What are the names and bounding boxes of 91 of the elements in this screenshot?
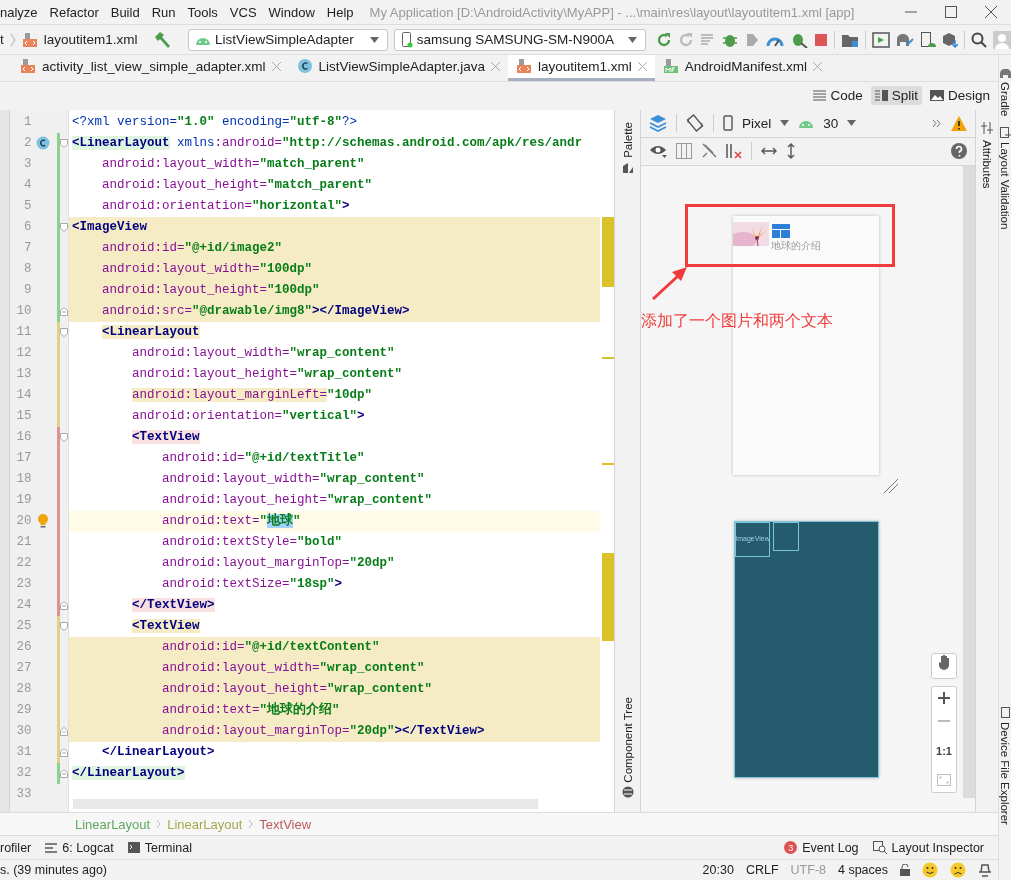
layout-validation-tab[interactable]: Layout Validation — [999, 141, 1011, 229]
menu-item[interactable]: Tools — [187, 4, 224, 20]
count-badge: 3 — [784, 841, 798, 855]
code-line: </LinearLayout> — [101, 743, 216, 761]
device-dropdown[interactable]: samsung SAMSUNG-SM-N900A — [393, 28, 646, 51]
preview-text: 地球的介绍 — [771, 238, 821, 253]
editor-tab[interactable]: AndroidManifest.xml — [654, 55, 831, 81]
breadcrumb-item[interactable]: t — [0, 32, 4, 47]
code-line: android:textStyle="bold" — [161, 533, 344, 551]
code-line: <LinearLayout xmlns:android="http://schemas.android.com/apk/res/andr — [71, 134, 584, 152]
line-number: 18 — [15, 472, 32, 487]
component-tree-tab[interactable]: Component Tree — [621, 696, 634, 783]
line-number: 4 — [23, 178, 32, 193]
menu-item[interactable]: Window — [268, 4, 321, 20]
line-number: 2 — [23, 136, 32, 151]
line-number: 21 — [15, 535, 32, 550]
code-line: android:layout_height="wrap_content" — [131, 365, 404, 383]
tool-window-button[interactable]: 6: Logcat — [45, 840, 114, 855]
status-message: s. (39 minutes ago) — [0, 863, 107, 878]
editor-tab[interactable]: ListViewSimpleAdapter.java — [288, 55, 508, 81]
tool-window-button[interactable]: Layout Inspector — [872, 840, 984, 855]
view-mode-button[interactable]: Split — [870, 86, 922, 106]
code-line: android:layout_width="match_parent" — [101, 155, 366, 173]
line-number: 10 — [15, 304, 32, 319]
menu-item[interactable]: Refactor — [49, 4, 105, 20]
code-line: android:textSize="18sp"> — [161, 575, 344, 593]
menu-item[interactable]: Help — [326, 4, 360, 20]
code-line: android:layout_height="match_parent" — [101, 176, 374, 194]
window-title: My Application [D:\AndroidActivity\MyAPP] - ...\main\res\layout\layoutitem1.xml [app] — [369, 4, 855, 20]
view-mode-button[interactable]: Code — [809, 86, 867, 106]
view-mode-button[interactable]: Design — [925, 86, 994, 106]
line-number: 24 — [15, 598, 32, 613]
status-item[interactable]: 4 spaces — [837, 863, 888, 878]
code-line: android:orientation="vertical"> — [131, 407, 366, 425]
tool-window-button[interactable]: 3 Event Log — [784, 840, 859, 855]
status-item[interactable]: CRLF — [745, 863, 779, 878]
tool-window-button[interactable]: Terminal — [127, 840, 192, 855]
code-line: android:id="@+id/textTitle" — [161, 449, 366, 467]
device-selector[interactable]: Pixel — [742, 115, 772, 131]
annotation-text: 添加了一个图片和两个文本 — [641, 310, 833, 332]
line-number: 12 — [15, 346, 32, 361]
line-number: 31 — [15, 745, 32, 760]
line-number: 17 — [15, 451, 32, 466]
line-number: 1 — [23, 115, 32, 130]
menu-item[interactable]: Run — [151, 4, 182, 20]
palette-tab[interactable]: Palette — [621, 121, 634, 158]
line-number: 30 — [15, 724, 32, 739]
line-number: 6 — [23, 220, 32, 235]
run-config-dropdown[interactable]: ListViewSimpleAdapter — [188, 28, 388, 51]
device-file-explorer-tab[interactable]: Device File Explorer — [999, 722, 1011, 825]
line-number: 11 — [15, 325, 32, 340]
line-number: 15 — [15, 409, 32, 424]
attributes-tab[interactable]: Attributes — [981, 139, 993, 189]
line-number: 26 — [15, 640, 32, 655]
line-number: 22 — [15, 556, 32, 571]
gradle-tab[interactable]: Gradle — [999, 82, 1011, 117]
code-line: android:layout_marginLeft="10dp" — [131, 386, 374, 404]
code-line: <?xml version="1.0" encoding="utf-8"?> — [71, 113, 359, 131]
actual-size-button[interactable]: 1:1 — [936, 737, 952, 764]
editor-tab[interactable]: activity_list_view_simple_adapter.xml — [12, 55, 289, 81]
breadcrumb-item[interactable]: layoutitem1.xml — [43, 32, 138, 47]
code-line: android:orientation="horizontal"> — [101, 197, 351, 215]
line-number: 19 — [15, 493, 32, 508]
line-number: 20 — [15, 514, 32, 529]
line-number: 7 — [23, 241, 32, 256]
code-line: android:layout_width="wrap_content" — [131, 344, 396, 362]
breadcrumb-item[interactable]: TextView — [259, 816, 312, 832]
line-number: 33 — [15, 787, 32, 802]
menu-item[interactable]: VCS — [229, 4, 263, 20]
api-level-selector[interactable]: 30 — [823, 115, 839, 131]
line-number: 9 — [23, 283, 32, 298]
line-number: 3 — [23, 157, 32, 172]
tool-window-button[interactable]: rofiler — [0, 840, 32, 855]
editor-tab[interactable]: layoutitem1.xml — [507, 55, 655, 81]
line-number: 27 — [15, 661, 32, 676]
line-number: 29 — [15, 703, 32, 718]
line-number: 13 — [15, 367, 32, 382]
line-number: 5 — [23, 199, 32, 214]
line-number: 25 — [15, 619, 32, 634]
line-number: 14 — [15, 388, 32, 403]
line-number: 16 — [15, 430, 32, 445]
status-item[interactable]: 20:30 — [702, 863, 734, 878]
line-number: 28 — [15, 682, 32, 697]
line-number: 8 — [23, 262, 32, 277]
line-number: 23 — [15, 577, 32, 592]
code-line: android:layout_width="wrap_content" — [161, 470, 426, 488]
code-line: android:layout_marginTop="20dp" — [161, 554, 396, 572]
code-line: android:layout_height="wrap_content" — [161, 491, 434, 509]
menu-item[interactable]: nalyze — [0, 4, 44, 20]
line-number: 32 — [15, 766, 32, 781]
menu-item[interactable]: Build — [110, 4, 146, 20]
